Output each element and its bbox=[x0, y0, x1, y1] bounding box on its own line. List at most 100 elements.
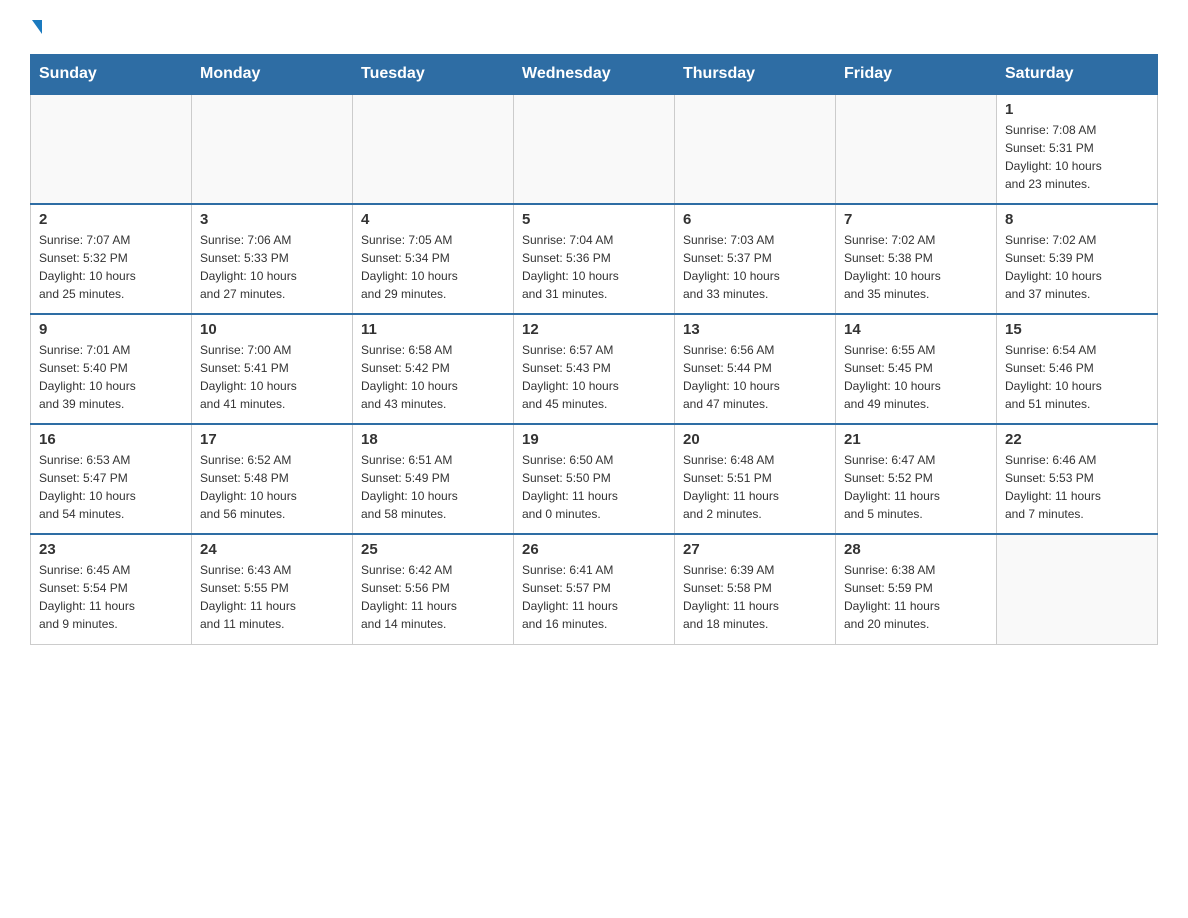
day-number: 18 bbox=[361, 431, 505, 448]
weekday-header-tuesday: Tuesday bbox=[353, 55, 514, 95]
day-info: Sunrise: 6:45 AM Sunset: 5:54 PM Dayligh… bbox=[39, 561, 183, 633]
calendar-cell: 15 Sunrise: 6:54 AM Sunset: 5:46 PM Dayli… bbox=[997, 314, 1158, 424]
day-info: Sunrise: 6:47 AM Sunset: 5:52 PM Dayligh… bbox=[844, 451, 988, 523]
day-number: 10 bbox=[200, 321, 344, 338]
day-number: 7 bbox=[844, 211, 988, 228]
calendar-table: SundayMondayTuesdayWednesdayThursdayFrid… bbox=[30, 54, 1158, 645]
day-info: Sunrise: 6:48 AM Sunset: 5:51 PM Dayligh… bbox=[683, 451, 827, 523]
day-info: Sunrise: 7:00 AM Sunset: 5:41 PM Dayligh… bbox=[200, 341, 344, 413]
calendar-cell: 4Sunrise: 7:05 AM Sunset: 5:34 PM Daylig… bbox=[353, 204, 514, 314]
day-number: 13 bbox=[683, 321, 827, 338]
calendar-cell: 24 Sunrise: 6:43 AM Sunset: 5:55 PM Dayli… bbox=[192, 534, 353, 644]
week-row-5: 23 Sunrise: 6:45 AM Sunset: 5:54 PM Dayli… bbox=[31, 534, 1158, 644]
day-info: Sunrise: 6:52 AM Sunset: 5:48 PM Dayligh… bbox=[200, 451, 344, 523]
calendar-cell: 10 Sunrise: 7:00 AM Sunset: 5:41 PM Dayli… bbox=[192, 314, 353, 424]
day-info: Sunrise: 6:58 AM Sunset: 5:42 PM Dayligh… bbox=[361, 341, 505, 413]
day-number: 1 bbox=[1005, 101, 1149, 118]
calendar-cell: 8 Sunrise: 7:02 AM Sunset: 5:39 PM Daylig… bbox=[997, 204, 1158, 314]
day-number: 25 bbox=[361, 541, 505, 558]
day-number: 21 bbox=[844, 431, 988, 448]
day-info: Sunrise: 6:55 AM Sunset: 5:45 PM Dayligh… bbox=[844, 341, 988, 413]
day-number: 12 bbox=[522, 321, 666, 338]
calendar-cell bbox=[997, 534, 1158, 644]
calendar-cell: 18 Sunrise: 6:51 AM Sunset: 5:49 PM Dayli… bbox=[353, 424, 514, 534]
day-info: Sunrise: 6:57 AM Sunset: 5:43 PM Dayligh… bbox=[522, 341, 666, 413]
day-info: Sunrise: 7:08 AM Sunset: 5:31 PM Dayligh… bbox=[1005, 121, 1149, 193]
calendar-cell: 2 Sunrise: 7:07 AM Sunset: 5:32 PM Daylig… bbox=[31, 204, 192, 314]
calendar-cell: 26 Sunrise: 6:41 AM Sunset: 5:57 PM Dayli… bbox=[514, 534, 675, 644]
day-number: 24 bbox=[200, 541, 344, 558]
day-number: 9 bbox=[39, 321, 183, 338]
week-row-2: 2 Sunrise: 7:07 AM Sunset: 5:32 PM Daylig… bbox=[31, 204, 1158, 314]
day-number: 27 bbox=[683, 541, 827, 558]
weekday-header-wednesday: Wednesday bbox=[514, 55, 675, 95]
day-number: 17 bbox=[200, 431, 344, 448]
day-info: Sunrise: 6:46 AM Sunset: 5:53 PM Dayligh… bbox=[1005, 451, 1149, 523]
page-header bbox=[30, 20, 1158, 34]
calendar-cell: 21 Sunrise: 6:47 AM Sunset: 5:52 PM Dayli… bbox=[836, 424, 997, 534]
day-info: Sunrise: 6:43 AM Sunset: 5:55 PM Dayligh… bbox=[200, 561, 344, 633]
calendar-cell: 11Sunrise: 6:58 AM Sunset: 5:42 PM Dayli… bbox=[353, 314, 514, 424]
day-info: Sunrise: 6:53 AM Sunset: 5:47 PM Dayligh… bbox=[39, 451, 183, 523]
logo-arrow-icon bbox=[32, 20, 42, 34]
calendar-cell: 23 Sunrise: 6:45 AM Sunset: 5:54 PM Dayli… bbox=[31, 534, 192, 644]
calendar-cell: 22 Sunrise: 6:46 AM Sunset: 5:53 PM Dayli… bbox=[997, 424, 1158, 534]
day-number: 28 bbox=[844, 541, 988, 558]
calendar-cell: 5 Sunrise: 7:04 AM Sunset: 5:36 PM Daylig… bbox=[514, 204, 675, 314]
day-number: 23 bbox=[39, 541, 183, 558]
day-number: 26 bbox=[522, 541, 666, 558]
day-number: 20 bbox=[683, 431, 827, 448]
day-info: Sunrise: 6:41 AM Sunset: 5:57 PM Dayligh… bbox=[522, 561, 666, 633]
day-number: 15 bbox=[1005, 321, 1149, 338]
calendar-cell bbox=[192, 94, 353, 204]
day-info: Sunrise: 6:42 AM Sunset: 5:56 PM Dayligh… bbox=[361, 561, 505, 633]
day-number: 6 bbox=[683, 211, 827, 228]
day-number: 22 bbox=[1005, 431, 1149, 448]
day-info: Sunrise: 7:02 AM Sunset: 5:39 PM Dayligh… bbox=[1005, 231, 1149, 303]
calendar-cell: 9 Sunrise: 7:01 AM Sunset: 5:40 PM Daylig… bbox=[31, 314, 192, 424]
day-info: Sunrise: 7:02 AM Sunset: 5:38 PM Dayligh… bbox=[844, 231, 988, 303]
weekday-header-thursday: Thursday bbox=[675, 55, 836, 95]
day-number: 5 bbox=[522, 211, 666, 228]
calendar-cell: 27 Sunrise: 6:39 AM Sunset: 5:58 PM Dayli… bbox=[675, 534, 836, 644]
calendar-cell bbox=[514, 94, 675, 204]
calendar-cell: 1 Sunrise: 7:08 AM Sunset: 5:31 PM Daylig… bbox=[997, 94, 1158, 204]
day-number: 3 bbox=[200, 211, 344, 228]
day-info: Sunrise: 6:39 AM Sunset: 5:58 PM Dayligh… bbox=[683, 561, 827, 633]
calendar-cell: 16Sunrise: 6:53 AM Sunset: 5:47 PM Dayli… bbox=[31, 424, 192, 534]
day-info: Sunrise: 7:01 AM Sunset: 5:40 PM Dayligh… bbox=[39, 341, 183, 413]
calendar-cell bbox=[675, 94, 836, 204]
week-row-3: 9 Sunrise: 7:01 AM Sunset: 5:40 PM Daylig… bbox=[31, 314, 1158, 424]
week-row-1: 1 Sunrise: 7:08 AM Sunset: 5:31 PM Daylig… bbox=[31, 94, 1158, 204]
calendar-cell: 13 Sunrise: 6:56 AM Sunset: 5:44 PM Dayli… bbox=[675, 314, 836, 424]
calendar-cell: 6 Sunrise: 7:03 AM Sunset: 5:37 PM Daylig… bbox=[675, 204, 836, 314]
day-info: Sunrise: 6:54 AM Sunset: 5:46 PM Dayligh… bbox=[1005, 341, 1149, 413]
day-info: Sunrise: 7:05 AM Sunset: 5:34 PM Dayligh… bbox=[361, 231, 505, 303]
weekday-header-monday: Monday bbox=[192, 55, 353, 95]
day-info: Sunrise: 6:51 AM Sunset: 5:49 PM Dayligh… bbox=[361, 451, 505, 523]
week-row-4: 16Sunrise: 6:53 AM Sunset: 5:47 PM Dayli… bbox=[31, 424, 1158, 534]
day-info: Sunrise: 6:50 AM Sunset: 5:50 PM Dayligh… bbox=[522, 451, 666, 523]
day-info: Sunrise: 7:07 AM Sunset: 5:32 PM Dayligh… bbox=[39, 231, 183, 303]
day-number: 14 bbox=[844, 321, 988, 338]
day-info: Sunrise: 7:04 AM Sunset: 5:36 PM Dayligh… bbox=[522, 231, 666, 303]
calendar-cell: 12 Sunrise: 6:57 AM Sunset: 5:43 PM Dayli… bbox=[514, 314, 675, 424]
calendar-cell: 7 Sunrise: 7:02 AM Sunset: 5:38 PM Daylig… bbox=[836, 204, 997, 314]
calendar-cell bbox=[31, 94, 192, 204]
weekday-header-sunday: Sunday bbox=[31, 55, 192, 95]
day-info: Sunrise: 6:38 AM Sunset: 5:59 PM Dayligh… bbox=[844, 561, 988, 633]
day-info: Sunrise: 7:03 AM Sunset: 5:37 PM Dayligh… bbox=[683, 231, 827, 303]
logo bbox=[30, 20, 42, 34]
calendar-cell: 3 Sunrise: 7:06 AM Sunset: 5:33 PM Daylig… bbox=[192, 204, 353, 314]
weekday-header-saturday: Saturday bbox=[997, 55, 1158, 95]
calendar-cell: 25 Sunrise: 6:42 AM Sunset: 5:56 PM Dayli… bbox=[353, 534, 514, 644]
calendar-cell bbox=[836, 94, 997, 204]
day-number: 2 bbox=[39, 211, 183, 228]
day-number: 8 bbox=[1005, 211, 1149, 228]
calendar-cell: 20 Sunrise: 6:48 AM Sunset: 5:51 PM Dayli… bbox=[675, 424, 836, 534]
calendar-cell bbox=[353, 94, 514, 204]
day-info: Sunrise: 6:56 AM Sunset: 5:44 PM Dayligh… bbox=[683, 341, 827, 413]
day-info: Sunrise: 7:06 AM Sunset: 5:33 PM Dayligh… bbox=[200, 231, 344, 303]
calendar-cell: 28 Sunrise: 6:38 AM Sunset: 5:59 PM Dayli… bbox=[836, 534, 997, 644]
calendar-cell: 17 Sunrise: 6:52 AM Sunset: 5:48 PM Dayli… bbox=[192, 424, 353, 534]
